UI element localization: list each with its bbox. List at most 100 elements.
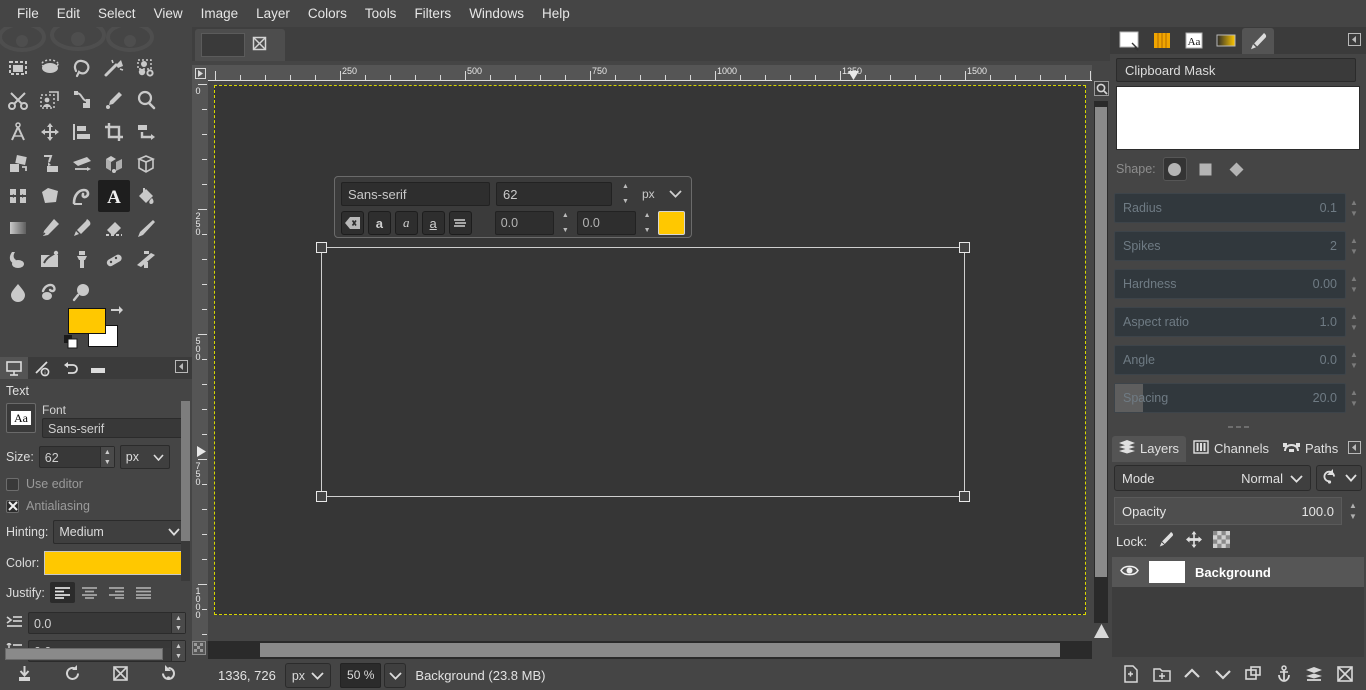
slider-angle-stepper[interactable]: ▲▼: [1346, 345, 1362, 375]
restore-tool-preset-icon[interactable]: [63, 664, 82, 686]
tool-text[interactable]: A: [98, 180, 130, 212]
layer-list[interactable]: Background: [1112, 557, 1364, 657]
slider-spikes[interactable]: Spikes 2: [1114, 231, 1346, 261]
duplicate-layer-icon[interactable]: [1241, 662, 1265, 686]
zoom-fit-icon[interactable]: [1094, 81, 1109, 97]
canvas-baseline-input[interactable]: 0.0: [495, 211, 555, 235]
tab-menu-icon[interactable]: [1348, 441, 1361, 457]
reset-tool-options-icon[interactable]: [159, 664, 178, 686]
tab-tool-options[interactable]: [0, 357, 28, 379]
tool-paths[interactable]: [66, 84, 98, 116]
tool-fuzzy-select[interactable]: [98, 52, 130, 84]
tab-images[interactable]: [84, 357, 112, 379]
text-handle-top-left[interactable]: [316, 242, 327, 253]
canvas-size-stepper[interactable]: ▲▼: [618, 182, 633, 206]
tool-select-by-color[interactable]: [130, 52, 162, 84]
justify-right-icon[interactable]: [104, 582, 129, 603]
underline-button[interactable]: a: [422, 211, 445, 235]
justify-left-icon[interactable]: [50, 582, 75, 603]
menu-filters[interactable]: Filters: [405, 1, 460, 26]
indent-stepper[interactable]: ▲▼: [171, 613, 185, 633]
slider-angle[interactable]: Angle 0.0: [1114, 345, 1346, 375]
new-layer-group-icon[interactable]: [1150, 662, 1174, 686]
reset-colors-icon[interactable]: [64, 335, 78, 352]
tool-bucket-fill[interactable]: [130, 180, 162, 212]
tool-color-picker[interactable]: [98, 84, 130, 116]
swap-colors-icon[interactable]: [108, 304, 124, 323]
canvas-text-color-swatch[interactable]: [658, 211, 685, 235]
tool-zoom[interactable]: [130, 84, 162, 116]
tool-clone[interactable]: [66, 244, 98, 276]
menu-file[interactable]: File: [8, 1, 48, 26]
tab-patterns[interactable]: [1146, 28, 1178, 54]
text-handle-bottom-left[interactable]: [316, 491, 327, 502]
tool-mypaint-brush[interactable]: [34, 244, 66, 276]
tab-menu-icon[interactable]: [175, 360, 188, 376]
lock-pixels-icon[interactable]: [1157, 531, 1175, 551]
canvas-image-boundary[interactable]: Sans-serif 62 ▲▼ px a a: [214, 85, 1086, 615]
chevron-down-icon[interactable]: [1345, 471, 1357, 485]
tool-move[interactable]: [34, 116, 66, 148]
menu-select[interactable]: Select: [89, 1, 145, 26]
tool-crop[interactable]: [98, 116, 130, 148]
tool-free-select[interactable]: [66, 52, 98, 84]
size-input[interactable]: 62 ▲▼: [39, 446, 115, 468]
menu-windows[interactable]: Windows: [460, 1, 533, 26]
slider-spacing[interactable]: Spacing 20.0: [1114, 383, 1346, 413]
layer-row-background[interactable]: Background: [1112, 557, 1364, 587]
horizontal-ruler[interactable]: 2505007501000125015001750: [208, 65, 1092, 81]
tool-foreground-select[interactable]: [34, 84, 66, 116]
tool-heal[interactable]: [98, 244, 130, 276]
shape-diamond-icon[interactable]: [1225, 157, 1249, 181]
canvas-kerning-stepper[interactable]: ▲▼: [640, 211, 654, 235]
indent-input[interactable]: 0.0 ▲▼: [28, 612, 186, 634]
layer-mode-revert[interactable]: [1316, 465, 1362, 491]
canvas-size-input[interactable]: 62: [496, 182, 612, 206]
lock-position-icon[interactable]: [1185, 531, 1203, 551]
tab-brushes[interactable]: [1114, 28, 1146, 54]
vertical-ruler[interactable]: 02505007501000: [192, 81, 208, 641]
tab-layers[interactable]: Layers: [1112, 436, 1186, 462]
save-tool-preset-icon[interactable]: [15, 664, 34, 686]
tool-shear[interactable]: [34, 148, 66, 180]
justify-center-icon[interactable]: [77, 582, 102, 603]
italic-button[interactable]: a: [395, 211, 418, 235]
strikethrough-button[interactable]: [449, 211, 472, 235]
font-input[interactable]: Sans-serif: [42, 418, 186, 438]
tab-paths[interactable]: Paths: [1276, 436, 1345, 462]
tool-ink[interactable]: [2, 244, 34, 276]
slider-spacing-stepper[interactable]: ▲▼: [1346, 383, 1362, 413]
delete-tool-preset-icon[interactable]: [111, 664, 130, 686]
anchor-layer-icon[interactable]: [1272, 662, 1296, 686]
size-unit-combo[interactable]: px: [120, 445, 170, 469]
status-unit-combo[interactable]: px: [285, 663, 331, 688]
ruler-origin-button[interactable]: [192, 65, 208, 81]
tab-gradients[interactable]: [1210, 28, 1242, 54]
tool-eraser[interactable]: [98, 212, 130, 244]
bold-button[interactable]: a: [368, 211, 391, 235]
tool-perspective[interactable]: [66, 148, 98, 180]
menu-image[interactable]: Image: [192, 1, 248, 26]
tool-rotate[interactable]: [130, 116, 162, 148]
shape-square-icon[interactable]: [1194, 157, 1218, 181]
delete-layer-icon[interactable]: [1333, 662, 1357, 686]
justify-fill-icon[interactable]: [131, 582, 156, 603]
canvas-area[interactable]: Sans-serif 62 ▲▼ px a a: [208, 81, 1092, 641]
menu-layer[interactable]: Layer: [247, 1, 299, 26]
image-tab[interactable]: [195, 29, 285, 61]
close-image-icon[interactable]: [251, 35, 268, 55]
text-handle-top-right[interactable]: [959, 242, 970, 253]
text-handle-bottom-right[interactable]: [959, 491, 970, 502]
navigation-preview-icon[interactable]: [1094, 624, 1109, 641]
tool-cage-transform[interactable]: [34, 180, 66, 212]
layer-mode-combo[interactable]: Mode Normal: [1114, 465, 1311, 491]
size-stepper[interactable]: ▲▼: [100, 447, 114, 467]
revert-mode-icon[interactable]: [1321, 468, 1338, 488]
tool-perspective-clone[interactable]: [130, 244, 162, 276]
tool-scale[interactable]: [2, 148, 34, 180]
canvas-font-input[interactable]: Sans-serif: [341, 182, 490, 206]
slider-spikes-stepper[interactable]: ▲▼: [1346, 231, 1362, 261]
antialiasing-checkbox[interactable]: Antialiasing: [6, 499, 186, 513]
tool-gradient[interactable]: [2, 212, 34, 244]
menu-colors[interactable]: Colors: [299, 1, 356, 26]
